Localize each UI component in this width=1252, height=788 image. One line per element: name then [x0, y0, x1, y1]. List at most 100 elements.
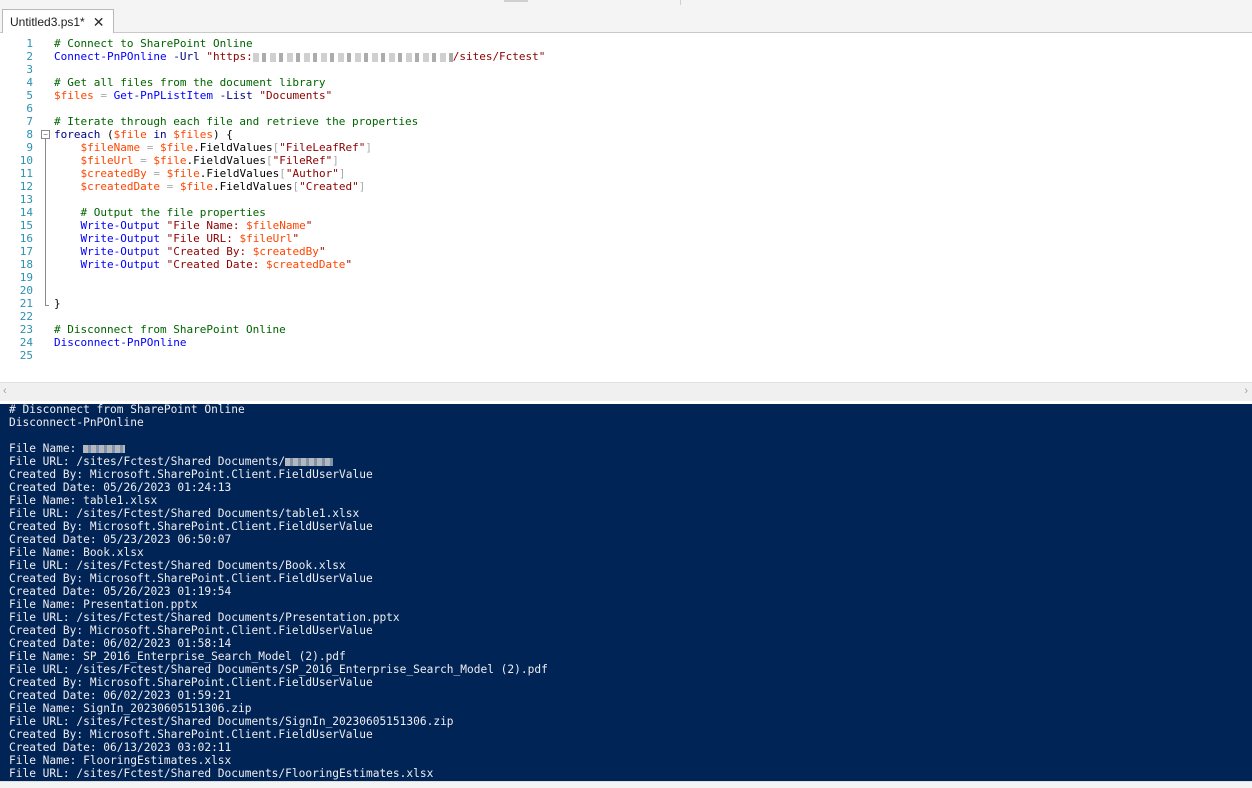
code-line[interactable]: 4 # Get all files from the document libra…	[0, 76, 1252, 89]
code-token: "Created"	[299, 180, 359, 193]
code-token: Write-Output	[80, 232, 160, 245]
script-tab-bar: Untitled3.ps1* ✕	[0, 6, 1252, 33]
console-line: Created By: Microsoft.SharePoint.Client.…	[9, 676, 373, 689]
script-tab-title: Untitled3.ps1*	[10, 14, 85, 29]
code-token: "Documents"	[259, 89, 333, 102]
code-token: Write-Output	[80, 245, 160, 258]
code-line[interactable]: 16 Write-Output "File URL: $fileUrl"	[0, 232, 1252, 245]
code-token: "Author"	[285, 167, 339, 180]
code-line[interactable]: 12 $createdDate = $file.FieldValues["Cre…	[0, 180, 1252, 193]
code-line[interactable]: 14 # Output the file properties	[0, 206, 1252, 219]
console-line: File URL: /sites/Fctest/Shared Documents…	[9, 455, 334, 468]
code-line[interactable]: 21}	[0, 297, 1252, 310]
code-line[interactable]: 3	[0, 63, 1252, 76]
code-token: "FileRef"	[272, 154, 333, 167]
line-number: 9	[26, 141, 33, 154]
line-number: 15	[19, 219, 33, 232]
code-token: $fileName	[246, 219, 306, 232]
console-line: Disconnect-PnPOnline	[9, 416, 144, 429]
code-token: "https:	[206, 50, 253, 63]
code-line[interactable]: 25	[0, 349, 1252, 362]
line-number: 14	[19, 206, 33, 219]
close-tab-icon[interactable]: ✕	[93, 15, 105, 29]
line-number: 1	[26, 37, 33, 50]
code-line[interactable]: 18 Write-Output "Created Date: $createdD…	[0, 258, 1252, 271]
console-line: Created By: Microsoft.SharePoint.Client.…	[9, 520, 373, 533]
console-line: Created Date: 06/02/2023 01:58:14	[9, 637, 232, 650]
code-token: ]	[338, 167, 346, 180]
line-number: 18	[19, 258, 33, 271]
code-token: =	[140, 154, 147, 167]
code-line[interactable]: 5 $files = Get-PnPListItem -List "Documen…	[0, 89, 1252, 102]
code-line[interactable]: 10 $fileUrl = $file.FieldValues["FileRef…	[0, 154, 1252, 167]
code-line[interactable]: 8 foreach ($file in $files) {	[0, 128, 1252, 141]
console-line: File Name: SP_2016_Enterprise_Search_Mod…	[9, 650, 346, 663]
console-line: Created By: Microsoft.SharePoint.Client.…	[9, 624, 373, 637]
code-token: .FieldValues	[186, 154, 266, 167]
console-line: Created Date: 06/02/2023 01:59:21	[9, 689, 232, 702]
console-line: Created Date: 06/13/2023 03:02:11	[9, 741, 232, 754]
collapse-block-icon[interactable]: −	[41, 130, 50, 139]
code-line[interactable]: 19	[0, 271, 1252, 284]
console-line: File URL: /sites/Fctest/Shared Documents…	[9, 767, 434, 780]
line-number: 10	[19, 154, 33, 167]
code-line[interactable]: 24 Disconnect-PnPOnline	[0, 336, 1252, 349]
code-token: =	[100, 89, 107, 102]
code-line[interactable]: 1 # Connect to SharePoint Online	[0, 37, 1252, 50]
code-line[interactable]: 13	[0, 193, 1252, 206]
redacted-file-name	[285, 458, 334, 466]
code-line[interactable]: 6	[0, 102, 1252, 115]
script-tab[interactable]: Untitled3.ps1* ✕	[2, 9, 114, 33]
editor-horizontal-scrollbar[interactable]: ‹ ›	[0, 382, 1252, 401]
scroll-left-icon[interactable]: ‹	[3, 385, 7, 397]
console-line: File URL: /sites/Fctest/Shared Documents…	[9, 663, 548, 676]
code-text: $files = Get-PnPListItem -List "Document…	[54, 89, 332, 102]
code-text: $createdDate = $file.FieldValues["Create…	[54, 180, 366, 193]
pane-grip[interactable]	[504, 0, 528, 2]
console-line: File URL: /sites/Fctest/Shared Documents…	[9, 611, 400, 624]
code-token: foreach	[54, 128, 101, 141]
code-text: Write-Output "File Name: $fileName"	[54, 219, 313, 232]
code-line[interactable]: 23 # Disconnect from SharePoint Online	[0, 323, 1252, 336]
code-token: [	[279, 167, 286, 180]
code-text: # Disconnect from SharePoint Online	[54, 323, 286, 336]
console-line: Created By: Microsoft.SharePoint.Client.…	[9, 728, 373, 741]
code-line[interactable]: 15 Write-Output "File Name: $fileName"	[0, 219, 1252, 232]
code-token: # Get all files from the document librar…	[54, 76, 326, 89]
code-line[interactable]: 11 $createdBy = $file.FieldValues["Autho…	[0, 167, 1252, 180]
code-token: $file	[166, 167, 200, 180]
code-token: in	[153, 128, 167, 141]
console-line: Created By: Microsoft.SharePoint.Client.…	[9, 468, 373, 481]
code-line[interactable]: 2 Connect-PnPOnline -Url "https: /sites/Fc…	[0, 50, 1252, 63]
code-line[interactable]: 9 $fileName = $file.FieldValues["FileLea…	[0, 141, 1252, 154]
console-line: File Name: Presentation.pptx	[9, 598, 198, 611]
code-token: =	[153, 167, 160, 180]
code-token: "Created Date:	[166, 258, 266, 271]
code-token: -Url	[173, 50, 200, 63]
console-line: File Name: SignIn_20230605151306.zip	[9, 702, 252, 715]
code-line[interactable]: 17 Write-Output "Created By: $createdBy"	[0, 245, 1252, 258]
code-line[interactable]: 7 # Iterate through each file and retriev…	[0, 115, 1252, 128]
script-editor[interactable]: 1 # Connect to SharePoint Online 2 Connect-…	[0, 33, 1252, 382]
line-number: 4	[26, 76, 33, 89]
code-line[interactable]: 22	[0, 310, 1252, 323]
code-token: "FileLeafRef"	[279, 141, 366, 154]
console-line: File URL: /sites/Fctest/Shared Documents…	[9, 559, 346, 572]
scroll-right-icon[interactable]: ›	[1244, 385, 1248, 397]
console-pane[interactable]: # Disconnect from SharePoint Online Disco…	[0, 404, 1252, 781]
code-token: -List	[219, 89, 253, 102]
line-number: 16	[19, 232, 33, 245]
code-token: $fileUrl	[239, 232, 293, 245]
code-token: "	[345, 258, 353, 271]
code-text: Disconnect-PnPOnline	[54, 336, 186, 349]
code-token: $file	[159, 141, 194, 154]
code-line[interactable]: 20	[0, 284, 1252, 297]
code-token: $createdBy	[252, 245, 319, 258]
